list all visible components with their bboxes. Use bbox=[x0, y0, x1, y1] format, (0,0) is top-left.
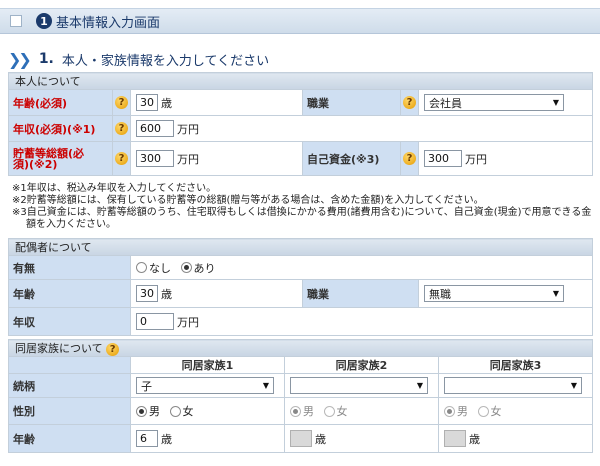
spouse-yes-label: あり bbox=[193, 261, 216, 275]
family-heading-row: 同居家族について ? bbox=[7, 339, 594, 357]
spouse-heading: 配偶者について bbox=[7, 238, 594, 256]
male-label: 男 bbox=[457, 405, 468, 418]
double-chevron-icon: ❯❯ bbox=[8, 49, 32, 69]
spouse-income-unit: 万円 bbox=[177, 315, 199, 329]
spouse-age-unit: 歳 bbox=[161, 287, 172, 301]
male-label: 男 bbox=[303, 405, 314, 418]
family-gender-label: 性別 bbox=[8, 397, 131, 425]
self-own-funds-input[interactable]: 300 bbox=[424, 150, 462, 167]
step-number-badge: 1 bbox=[36, 13, 52, 29]
family-column-1: 同居家族1 bbox=[130, 356, 285, 374]
self-income-input[interactable]: 600 bbox=[136, 120, 174, 137]
section-title: ❯❯ 1. 本人・家族情報を入力してください bbox=[8, 48, 269, 70]
family-2-relation-select[interactable]: ▼ bbox=[290, 377, 428, 394]
spouse-income-label: 年収 bbox=[8, 307, 131, 336]
self-savings-unit: 万円 bbox=[177, 152, 199, 166]
self-age-label: 年齢(必須) bbox=[8, 89, 113, 116]
spouse-table: 配偶者について 有無 なし あり 年齢 30 歳 職業 無職 ▼ 年収 0 万円 bbox=[7, 238, 594, 336]
self-savings-input[interactable]: 300 bbox=[136, 150, 174, 167]
note-3: ※3自己資金には、貯蓄等総額のうち、住宅取得もしくは借換にかかる費用(諸費用含む… bbox=[12, 207, 592, 230]
age-unit: 歳 bbox=[161, 432, 172, 446]
self-occupation-select[interactable]: 会社員 ▼ bbox=[424, 94, 564, 111]
chevron-down-icon: ▼ bbox=[552, 98, 559, 107]
female-label: 女 bbox=[490, 405, 502, 418]
self-savings-label-line2: 須)(※2) bbox=[13, 157, 58, 171]
note-1: ※1年収は、税込み年収を入力してください。 bbox=[12, 183, 217, 194]
family-3-age-input[interactable] bbox=[444, 430, 466, 447]
spouse-income-input[interactable]: 0 bbox=[136, 313, 174, 330]
spouse-presence-label: 有無 bbox=[8, 255, 131, 280]
chevron-down-icon: ▼ bbox=[552, 289, 559, 298]
notes: ※1年収は、税込み年収を入力してください。 ※2貯蓄等総額には、保有している貯蓄… bbox=[12, 183, 592, 231]
spouse-occupation-value: 無職 bbox=[429, 287, 451, 301]
self-heading: 本人について bbox=[7, 72, 594, 90]
family-1-male-radio[interactable] bbox=[136, 405, 147, 417]
family-1-age-input[interactable]: 6 bbox=[136, 430, 158, 447]
family-relation-label: 続柄 bbox=[8, 373, 131, 398]
family-1-relation-select[interactable]: 子 ▼ bbox=[136, 377, 274, 394]
age-unit: 歳 bbox=[469, 432, 480, 446]
spouse-age-label: 年齢 bbox=[8, 279, 131, 308]
help-icon[interactable]: ? bbox=[403, 152, 416, 166]
self-own-funds-label: 自己資金(※3) bbox=[302, 141, 401, 176]
page-header: 1 基本情報入力画面 bbox=[0, 8, 600, 34]
help-icon[interactable]: ? bbox=[115, 152, 128, 166]
self-table: 本人について 年齢(必須) ? 30 歳 職業 ? 会社員 ▼ 年収(必須)(※1)… bbox=[7, 72, 594, 176]
family-table: 同居家族について ? 同居家族1 同居家族2 同居家族3 続柄 子 ▼ ▼ ▼ 性… bbox=[7, 339, 594, 453]
family-2-male-radio[interactable] bbox=[290, 405, 301, 417]
self-occupation-label: 職業 bbox=[302, 89, 401, 116]
header-square-icon bbox=[10, 15, 22, 27]
help-icon[interactable]: ? bbox=[115, 96, 128, 110]
family-2-female-radio[interactable] bbox=[323, 405, 335, 417]
spouse-none-radio[interactable] bbox=[136, 262, 147, 273]
help-icon[interactable]: ? bbox=[115, 122, 128, 136]
self-income-unit: 万円 bbox=[177, 122, 199, 136]
self-age-input[interactable]: 30 bbox=[136, 94, 158, 111]
help-icon[interactable]: ? bbox=[106, 342, 120, 356]
self-own-funds-unit: 万円 bbox=[465, 152, 487, 166]
female-label: 女 bbox=[336, 405, 348, 418]
section-number: 1. bbox=[38, 51, 54, 67]
male-label: 男 bbox=[149, 405, 160, 418]
self-occupation-value: 会社員 bbox=[429, 96, 462, 110]
help-icon[interactable]: ? bbox=[403, 96, 416, 110]
chevron-down-icon: ▼ bbox=[416, 381, 423, 390]
family-3-relation-select[interactable]: ▼ bbox=[444, 377, 582, 394]
page-title: 基本情報入力画面 bbox=[56, 15, 161, 31]
chevron-down-icon: ▼ bbox=[262, 381, 269, 390]
family-1-relation-value: 子 bbox=[141, 379, 152, 393]
family-3-male-radio[interactable] bbox=[444, 405, 455, 417]
self-income-label: 年収(必須)(※1) bbox=[8, 115, 113, 142]
family-column-3: 同居家族3 bbox=[437, 356, 594, 374]
family-heading: 同居家族について bbox=[15, 342, 103, 355]
family-age-label: 年齢 bbox=[8, 424, 131, 453]
spouse-occupation-select[interactable]: 無職 ▼ bbox=[424, 285, 564, 302]
spouse-occupation-label: 職業 bbox=[302, 279, 419, 308]
spouse-none-label: なし bbox=[149, 261, 171, 275]
self-age-unit: 歳 bbox=[161, 96, 172, 110]
family-3-female-radio[interactable] bbox=[477, 405, 489, 417]
family-2-age-input[interactable] bbox=[290, 430, 312, 447]
age-unit: 歳 bbox=[315, 432, 326, 446]
note-2: ※2貯蓄等総額には、保有している貯蓄等の総額(贈与等がある場合は、含めた金額)を… bbox=[12, 195, 484, 206]
spouse-yes-radio[interactable] bbox=[180, 262, 192, 273]
section-heading: 本人・家族情報を入力してください bbox=[61, 53, 270, 69]
family-header-blank bbox=[8, 356, 131, 374]
spouse-age-input[interactable]: 30 bbox=[136, 285, 158, 302]
self-savings-label: 貯蓄等総額(必 須)(※2) bbox=[8, 141, 113, 176]
female-label: 女 bbox=[182, 405, 194, 418]
chevron-down-icon: ▼ bbox=[570, 381, 577, 390]
family-column-2: 同居家族2 bbox=[284, 356, 439, 374]
family-1-female-radio[interactable] bbox=[169, 405, 181, 417]
